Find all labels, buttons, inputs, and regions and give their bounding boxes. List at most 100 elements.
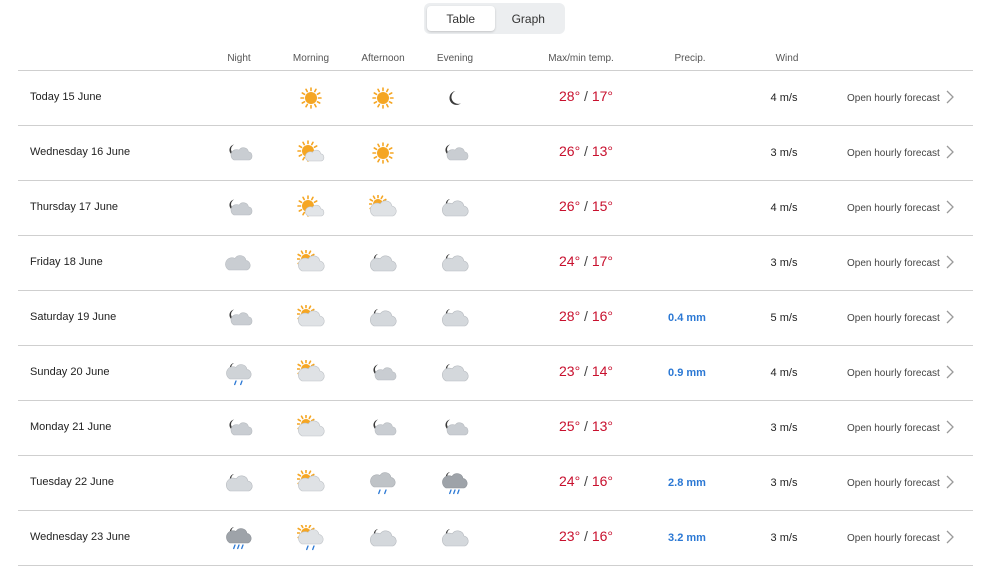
table-row[interactable]: Thursday 17 June 26° / 15° 4 m/s Open hourl… — [18, 181, 973, 236]
wind-speed: 3 m/s — [770, 532, 798, 544]
max-temperature: 26° — [558, 143, 581, 159]
moon-big-cloud-icon — [369, 305, 397, 331]
max-temperature: 23° — [558, 528, 581, 544]
max-temperature: 24° — [558, 253, 581, 269]
moon-cloud-icon — [441, 140, 469, 166]
open-hourly-forecast-link[interactable]: Open hourly forecast — [847, 93, 940, 104]
max-min-temperature: 28° / 16° — [558, 308, 614, 324]
table-row[interactable]: Sunday 20 June 23° / 14° 0.9 mm 4 m/s Open h… — [18, 346, 973, 401]
sun-icon — [369, 85, 397, 111]
max-min-temperature: 23° / 16° — [558, 528, 614, 544]
day-label: Thursday 17 June — [30, 201, 119, 213]
moon-big-cloud-icon — [441, 360, 469, 386]
table-header: Night Morning Afternoon Evening Max/min … — [18, 50, 973, 71]
sun-small-cloud-icon — [297, 140, 325, 166]
sun-cloud-icon — [369, 195, 397, 221]
open-hourly-forecast-link[interactable]: Open hourly forecast — [847, 478, 940, 489]
max-temperature: 28° — [558, 88, 581, 104]
moon-cloud-rain-icon — [225, 360, 253, 386]
day-label: Friday 18 June — [30, 256, 103, 268]
day-label: Tuesday 22 June — [30, 476, 114, 488]
table-row[interactable]: Saturday 19 June 28° / 16° 0.4 mm 5 m/s Open… — [18, 291, 973, 346]
table-row[interactable]: Today 15 June 28° / 17° 4 m/s Open hourly f… — [18, 71, 973, 126]
max-min-temperature: 24° / 17° — [558, 253, 614, 269]
chevron-right-icon[interactable] — [943, 309, 957, 325]
min-temperature: 15° — [591, 198, 614, 214]
view-toggle: Table Graph — [424, 3, 565, 34]
sun-small-cloud-icon — [297, 195, 325, 221]
day-label: Saturday 19 June — [30, 311, 117, 323]
day-label: Wednesday 23 June — [30, 531, 131, 543]
table-row[interactable]: Tuesday 22 June 24° / 16° 2.8 mm 3 m/s Open … — [18, 456, 973, 511]
open-hourly-forecast-link[interactable]: Open hourly forecast — [847, 203, 940, 214]
forecast-table: Today 15 June 28° / 17° 4 m/s Open hourly f… — [18, 71, 973, 566]
day-label: Wednesday 16 June — [30, 146, 131, 158]
min-temperature: 16° — [591, 528, 614, 544]
max-temperature: 26° — [558, 198, 581, 214]
min-temperature: 13° — [591, 143, 614, 159]
wind-speed: 4 m/s — [770, 92, 798, 104]
wind-speed: 3 m/s — [770, 422, 798, 434]
open-hourly-forecast-link[interactable]: Open hourly forecast — [847, 368, 940, 379]
sun-cloud-icon — [297, 360, 325, 386]
chevron-right-icon[interactable] — [943, 144, 957, 160]
sun-icon — [369, 140, 397, 166]
min-temperature: 16° — [591, 473, 614, 489]
chevron-right-icon[interactable] — [943, 254, 957, 270]
open-hourly-forecast-link[interactable]: Open hourly forecast — [847, 423, 940, 434]
chevron-right-icon[interactable] — [943, 529, 957, 545]
moon-big-cloud-icon — [369, 525, 397, 551]
wind-speed: 4 m/s — [770, 367, 798, 379]
open-hourly-forecast-link[interactable]: Open hourly forecast — [847, 258, 940, 269]
chevron-right-icon[interactable] — [943, 199, 957, 215]
max-temperature: 23° — [558, 363, 581, 379]
moon-dark-cloud-rain-icon — [441, 470, 469, 496]
column-header-night: Night — [227, 53, 251, 64]
open-hourly-forecast-link[interactable]: Open hourly forecast — [847, 313, 940, 324]
moon-cloud-icon — [369, 415, 397, 441]
table-view-button[interactable]: Table — [427, 6, 495, 31]
column-header-morning: Morning — [292, 53, 330, 64]
max-min-temperature: 23° / 14° — [558, 363, 614, 379]
moon-big-cloud-icon — [441, 305, 469, 331]
max-min-temperature: 28° / 17° — [558, 88, 614, 104]
chevron-right-icon[interactable] — [943, 364, 957, 380]
min-temperature: 14° — [591, 363, 614, 379]
precipitation: 0.9 mm — [668, 367, 706, 379]
graph-view-button[interactable]: Graph — [495, 6, 563, 31]
moon-cloud-icon — [225, 415, 253, 441]
column-header-evening: Evening — [436, 53, 474, 64]
day-label: Sunday 20 June — [30, 366, 110, 378]
max-min-temperature: 25° / 13° — [558, 418, 614, 434]
column-header-precip: Precip. — [674, 53, 706, 64]
day-label: Monday 21 June — [30, 421, 112, 433]
chevron-right-icon[interactable] — [943, 474, 957, 490]
moon-cloud-icon — [225, 195, 253, 221]
precipitation: 3.2 mm — [668, 532, 706, 544]
open-hourly-forecast-link[interactable]: Open hourly forecast — [847, 148, 940, 159]
precipitation: 2.8 mm — [668, 477, 706, 489]
moon-icon — [441, 85, 469, 111]
table-row[interactable]: Friday 18 June 24° / 17° 3 m/s Open hourly … — [18, 236, 973, 291]
moon-cloud-icon — [225, 305, 253, 331]
moon-big-cloud-icon — [441, 525, 469, 551]
column-header-afternoon: Afternoon — [361, 53, 405, 64]
table-row[interactable]: Wednesday 23 June 23° / 16° 3.2 mm 3 m/s Ope… — [18, 511, 973, 566]
sun-cloud-rain-icon — [297, 525, 325, 551]
chevron-right-icon[interactable] — [943, 89, 957, 105]
moon-cloud-icon — [369, 360, 397, 386]
min-temperature: 16° — [591, 308, 614, 324]
moon-big-cloud-icon — [441, 250, 469, 276]
column-header-temp: Max/min temp. — [548, 53, 614, 64]
moon-big-cloud-icon — [441, 195, 469, 221]
table-row[interactable]: Monday 21 June 25° / 13° 3 m/s Open hourly … — [18, 401, 973, 456]
max-min-temperature: 24° / 16° — [558, 473, 614, 489]
precipitation: 0.4 mm — [668, 312, 706, 324]
rain-cloud-icon — [369, 470, 397, 496]
sun-cloud-icon — [297, 415, 325, 441]
moon-dark-cloud-rain-icon — [225, 525, 253, 551]
table-row[interactable]: Wednesday 16 June 26° / 13° 3 m/s Open hour… — [18, 126, 973, 181]
max-temperature: 28° — [558, 308, 581, 324]
chevron-right-icon[interactable] — [943, 419, 957, 435]
open-hourly-forecast-link[interactable]: Open hourly forecast — [847, 533, 940, 544]
